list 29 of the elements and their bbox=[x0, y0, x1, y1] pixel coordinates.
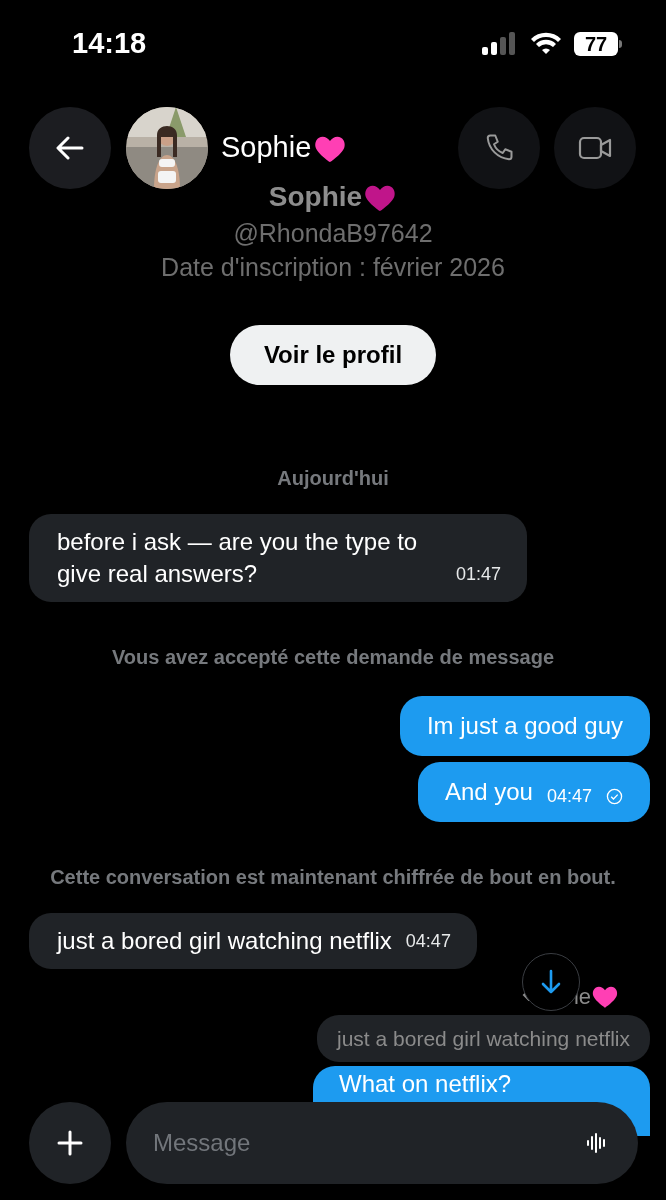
view-profile-button[interactable]: Voir le profil bbox=[230, 325, 436, 385]
message-text: before i ask — are you the type to give real answers? bbox=[57, 527, 419, 589]
system-notice: Vous avez accepté cette demande de message bbox=[111, 645, 555, 670]
message-time: 01:47 bbox=[455, 563, 501, 586]
battery-cap bbox=[619, 40, 622, 48]
message-text: What on netflix? bbox=[339, 1070, 512, 1097]
back-arrow-icon bbox=[56, 136, 84, 160]
signal-icon bbox=[482, 32, 518, 56]
quoted-message: just a bored girl watching netflix bbox=[317, 1015, 650, 1062]
system-notice: Cette conversation est maintenant chiffrée de bout en bout. bbox=[50, 865, 616, 890]
message-text: And you bbox=[444, 777, 533, 807]
profile-name: Sophie bbox=[268, 180, 363, 214]
voice-waveform-icon bbox=[586, 1132, 608, 1154]
video-camera-icon bbox=[578, 135, 612, 161]
join-date: Date d'inscription : février 2026 bbox=[161, 252, 505, 283]
wifi-icon bbox=[530, 32, 562, 56]
profile-handle: @RhondaB97642 bbox=[233, 218, 433, 249]
message-time: 04:47 bbox=[405, 930, 451, 953]
message-text: just a bored girl watching netflix bbox=[57, 926, 392, 956]
down-arrow-icon bbox=[540, 969, 562, 995]
message-text: Im just a good guy bbox=[426, 711, 623, 741]
message-time: 04:47 bbox=[546, 784, 592, 808]
date-separator: Aujourd'hui bbox=[277, 466, 389, 491]
contact-name: Sophie bbox=[221, 130, 312, 166]
status-time: 14:18 bbox=[72, 26, 147, 62]
message-field[interactable]: Message bbox=[126, 1102, 638, 1184]
plus-icon bbox=[57, 1130, 83, 1156]
phone-icon bbox=[484, 133, 514, 163]
battery-level: 77 bbox=[574, 32, 618, 56]
